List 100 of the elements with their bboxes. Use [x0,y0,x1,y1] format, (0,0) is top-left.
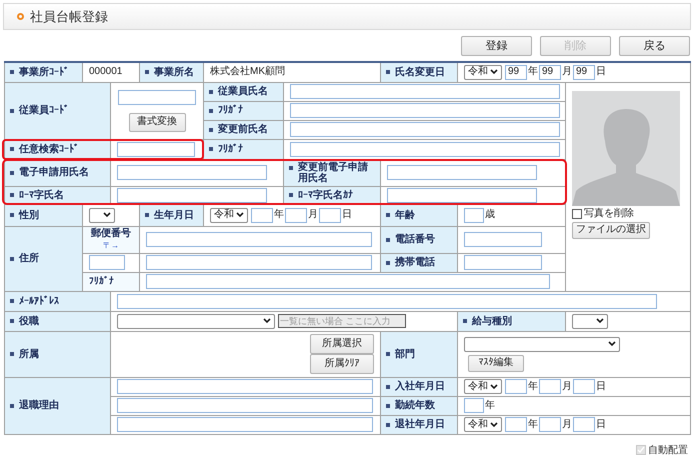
form-button[interactable]: ファイルの選択 [572,222,650,238]
form-button[interactable]: 書式変換 [128,112,186,132]
field-label: ﾌﾘｶﾞﾅ [218,144,243,154]
input-field[interactable] [539,379,561,394]
input-field[interactable] [290,103,560,118]
form-button[interactable]: 戻る [619,36,690,56]
input-field[interactable] [117,165,267,180]
field-label: 氏名変更日 [395,66,445,78]
bullet-icon [10,299,14,303]
unit-label: 月 [308,209,318,221]
bullet-icon [10,170,14,174]
input-field[interactable] [539,417,561,432]
bullet-icon [289,166,293,170]
unit-label: 日 [342,209,352,221]
era-select[interactable]: 令和 [464,379,502,394]
unit-label: 日 [596,418,606,430]
furigana-label: ﾌﾘｶﾞﾅ [89,276,114,286]
input-field[interactable] [89,255,125,270]
input-field[interactable] [146,255,372,270]
bullet-icon [10,404,14,408]
bullet-icon [10,213,14,217]
field-label: 退社年月日 [395,419,445,430]
postal-lookup-link[interactable]: 〒→ [103,240,119,252]
field-label: 年齢 [395,210,415,220]
input-field[interactable] [387,165,537,180]
bullet-icon [386,422,390,426]
form-button[interactable]: 所属ｸﾘｱ [310,354,374,374]
input-field[interactable] [505,379,527,394]
chevron-down-icon [608,341,616,347]
department-select[interactable] [464,336,620,352]
bullet-icon [10,108,14,112]
era-select[interactable]: 令和 [464,417,502,432]
unit-label: 月 [562,66,572,78]
field-label: 性別 [19,210,39,220]
chevron-down-icon [103,212,111,218]
input-field[interactable] [464,232,542,247]
bullet-icon [10,70,14,74]
bullet-icon [463,319,467,323]
checkbox[interactable] [572,208,582,218]
form-button[interactable]: 登録 [461,36,532,56]
input-field[interactable]: 99 [573,64,595,80]
bullet-icon [10,256,14,260]
unit-label: 日 [596,380,606,392]
input-field[interactable]: 99 [539,64,561,80]
input-field[interactable] [117,398,373,413]
input-field[interactable] [251,208,273,222]
input-field[interactable] [387,188,537,202]
input-field[interactable] [573,417,595,432]
bullet-icon [386,238,390,242]
bullet-icon [145,213,149,217]
field-label: 部門 [395,348,415,360]
input-field[interactable]: 99 [505,64,527,80]
unit-label: 年 [274,209,284,221]
checkbox-label: 自動配置 [648,444,688,455]
bullet-icon [145,70,149,74]
field-label: 任意検索ｺｰﾄﾞ [19,144,79,154]
input-field[interactable] [464,208,484,222]
input-field[interactable] [146,274,550,289]
field-label: 勤続年数 [395,400,435,411]
input-field[interactable] [285,208,307,222]
form-button[interactable]: 所属選択 [310,334,374,354]
unit-label: 年 [528,380,538,392]
bullet-icon [10,319,14,323]
chevron-down-icon [490,69,498,76]
input-field[interactable] [146,232,372,247]
input-field[interactable] [118,90,196,104]
input-field[interactable] [290,84,560,99]
office-code: 000001 [89,66,122,78]
field-label: 従業員氏名 [218,86,268,97]
unit-label: 年 [528,66,538,78]
input-field[interactable] [290,122,560,137]
page-title: 社員台帳登録 [30,8,108,26]
chevron-down-icon [490,422,498,428]
input-field[interactable] [117,417,373,432]
input-field[interactable] [117,294,657,308]
position-select[interactable] [117,314,275,328]
era-select[interactable]: 令和 [210,208,248,222]
input-field[interactable] [117,188,267,202]
input-field[interactable] [573,379,595,394]
input-field[interactable] [464,255,542,270]
input-field[interactable] [505,417,527,432]
pay-type-select[interactable] [572,314,608,328]
bullet-icon [386,260,390,264]
checkbox-label: 写真を削除 [584,208,634,220]
field-label: 役職 [19,316,39,326]
field-label: 変更前氏名 [218,124,268,135]
input-field[interactable] [117,379,373,394]
input-field[interactable] [319,208,341,222]
bullet-icon [209,128,213,132]
gender-select[interactable] [89,208,115,222]
input-field[interactable] [290,142,560,156]
era-select[interactable]: 令和 [464,64,502,80]
input-field[interactable] [117,142,195,156]
bullet-icon [10,193,14,197]
field-label: ﾛｰﾏ字氏名ｶﾅ [298,190,353,200]
bullet-icon [10,352,14,356]
form-button[interactable]: ﾏｽﾀ編集 [468,354,524,372]
input-field[interactable] [464,398,484,413]
field-label: 給与種別 [472,316,512,326]
bullet-icon [386,404,390,408]
